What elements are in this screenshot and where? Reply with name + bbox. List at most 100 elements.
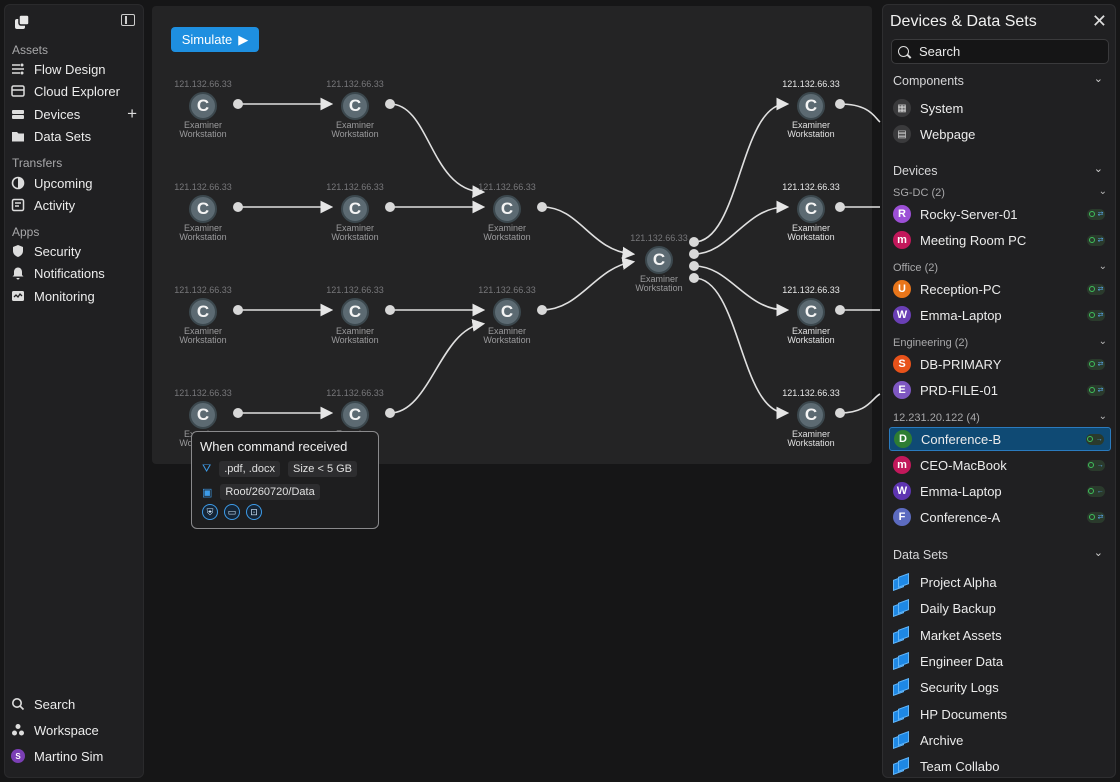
- panel-search-input[interactable]: Search: [891, 39, 1109, 64]
- node-icon: C: [341, 401, 369, 429]
- node-ip: 121.132.66.33: [326, 182, 384, 192]
- trigger-popup[interactable]: When command received ⛛ .pdf, .docx Size…: [191, 431, 379, 529]
- sync-toggle-icon[interactable]: →: [1086, 433, 1104, 445]
- node-ip: 121.132.66.33: [326, 285, 384, 295]
- filter-icon: ⛛: [202, 462, 212, 475]
- monitor-action-icon[interactable]: ⊡: [246, 504, 262, 520]
- device-item[interactable]: F Conference-A ⇄: [889, 505, 1111, 529]
- component-system[interactable]: ▦ System: [889, 96, 1111, 120]
- group-header[interactable]: 12.231.20.122 (4) ⌄: [893, 411, 1107, 424]
- security-action-icon[interactable]: ⛨: [202, 504, 218, 520]
- node-ip: 121.132.66.33: [782, 388, 840, 398]
- sync-toggle-icon[interactable]: ⇄: [1087, 511, 1105, 523]
- devices-panel: Devices & Data Sets ✕ Search Components ⌄…: [882, 4, 1116, 778]
- dataset-item[interactable]: Daily Backup: [889, 596, 1111, 620]
- sync-toggle-icon[interactable]: ⇄: [1087, 309, 1105, 321]
- node-label: ExaminerWorkstation: [787, 326, 835, 345]
- device-avatar: W: [893, 306, 911, 324]
- node-ip: 121.132.66.33: [478, 182, 536, 192]
- sync-toggle-icon[interactable]: ⇄: [1087, 234, 1105, 246]
- flow-node[interactable]: 121.132.66.33 CExaminerWorkstation: [168, 285, 238, 345]
- node-label: ExaminerWorkstation: [635, 274, 683, 293]
- device-avatar: m: [893, 456, 911, 474]
- device-item[interactable]: S DB-PRIMARY ⇄: [889, 352, 1111, 376]
- device-item-selected[interactable]: D Conference-B →: [889, 427, 1111, 451]
- dataset-item[interactable]: Market Assets: [889, 623, 1111, 647]
- group-header[interactable]: Engineering (2) ⌄: [893, 336, 1107, 349]
- webpage-icon: ▤: [893, 125, 911, 143]
- flow-node[interactable]: 121.132.66.33 CExaminerWorkstation: [472, 285, 542, 345]
- flow-node[interactable]: 121.132.66.33 CExaminerWorkstation: [472, 182, 542, 242]
- flow-node[interactable]: 121.132.66.33 CExaminerWorkstation: [776, 182, 846, 242]
- flow-node-hub[interactable]: 121.132.66.33 C Examiner Workstation: [624, 233, 694, 293]
- dataset-stack-icon: [893, 625, 911, 645]
- device-item[interactable]: E PRD-FILE-01 ⇄: [889, 378, 1111, 402]
- flow-node[interactable]: 121.132.66.33 CExaminerWorkstation: [776, 79, 846, 139]
- node-ip: 121.132.66.33: [326, 79, 384, 89]
- flow-node[interactable]: 121.132.66.33 CExaminerWorkstation: [320, 285, 390, 345]
- search-placeholder: Search: [919, 44, 961, 59]
- sync-toggle-icon[interactable]: ⇄: [1087, 208, 1105, 220]
- device-item[interactable]: m Meeting Room PC ⇄: [889, 228, 1111, 252]
- device-item[interactable]: R Rocky-Server-01 ⇄: [889, 202, 1111, 226]
- dataset-item[interactable]: Security Logs: [889, 675, 1111, 699]
- simulate-button[interactable]: Simulate ▶: [171, 27, 259, 52]
- dataset-item[interactable]: HP Documents: [889, 702, 1111, 726]
- sync-toggle-icon[interactable]: ←: [1087, 485, 1105, 497]
- path-chip: Root/260720/Data: [220, 484, 320, 500]
- chevron-down-icon: ⌄: [1093, 73, 1103, 85]
- dataset-item[interactable]: Archive: [889, 728, 1111, 752]
- chevron-down-icon: ⌄: [1093, 163, 1103, 175]
- components-header[interactable]: Components ⌄: [893, 73, 1103, 88]
- group-header[interactable]: Office (2) ⌄: [893, 261, 1107, 274]
- sync-toggle-icon[interactable]: ⇄: [1087, 283, 1105, 295]
- devices-header[interactable]: Devices ⌄: [893, 163, 1103, 178]
- dataset-stack-icon: [893, 598, 911, 618]
- flow-node[interactable]: 121.132.66.33 CExaminerWorkstation: [320, 182, 390, 242]
- node-icon: C: [797, 401, 825, 429]
- popup-title: When command received: [200, 439, 348, 454]
- device-item[interactable]: W Emma-Laptop ⇄: [889, 303, 1111, 327]
- component-webpage[interactable]: ▤ Webpage: [889, 122, 1111, 146]
- close-icon[interactable]: ✕: [1092, 11, 1107, 32]
- dataset-item[interactable]: Team Collabo: [889, 754, 1111, 777]
- dataset-stack-icon: [893, 730, 911, 750]
- node-icon: C: [797, 195, 825, 223]
- device-avatar: F: [893, 508, 911, 526]
- device-item[interactable]: U Reception-PC ⇄: [889, 277, 1111, 301]
- chevron-down-icon: ⌄: [1098, 336, 1107, 347]
- node-label: ExaminerWorkstation: [331, 223, 379, 242]
- device-avatar: S: [893, 355, 911, 373]
- device-avatar: E: [893, 381, 911, 399]
- dataset-item[interactable]: Engineer Data: [889, 649, 1111, 673]
- flow-node[interactable]: 121.132.66.33 CExaminerWorkstation: [168, 182, 238, 242]
- flow-node[interactable]: 121.132.66.33 CExaminerWorkstation: [776, 285, 846, 345]
- node-icon: C: [341, 195, 369, 223]
- flow-node[interactable]: 121.132.66.33 CExaminerWorkstation: [320, 79, 390, 139]
- node-ip: 121.132.66.33: [174, 388, 232, 398]
- node-icon: C: [189, 195, 217, 223]
- flow-node[interactable]: 121.132.66.33 CExaminerWorkstation: [776, 388, 846, 448]
- device-item[interactable]: W Emma-Laptop ←: [889, 479, 1111, 503]
- message-action-icon[interactable]: ▭: [224, 504, 240, 520]
- flow-node[interactable]: 121.132.66.33 CExaminerWorkstation: [168, 79, 238, 139]
- node-label: ExaminerWorkstation: [787, 429, 835, 448]
- node-icon: C: [493, 195, 521, 223]
- dataset-item[interactable]: Project Alpha: [889, 570, 1111, 594]
- folder-target-icon: ▣: [202, 486, 213, 499]
- device-item[interactable]: m CEO-MacBook →: [889, 453, 1111, 477]
- sync-toggle-icon[interactable]: →: [1087, 459, 1105, 471]
- sync-toggle-icon[interactable]: ⇄: [1087, 384, 1105, 396]
- node-icon: C: [645, 246, 673, 274]
- node-icon: C: [341, 298, 369, 326]
- node-ip: 121.132.66.33: [782, 285, 840, 295]
- file-types-chip: .pdf, .docx: [219, 461, 281, 477]
- file-size-chip: Size < 5 GB: [288, 461, 358, 477]
- node-ip: 121.132.66.33: [174, 182, 232, 192]
- node-icon: C: [189, 92, 217, 120]
- dataset-stack-icon: [893, 704, 911, 724]
- sync-toggle-icon[interactable]: ⇄: [1087, 358, 1105, 370]
- device-avatar: R: [893, 205, 911, 223]
- group-header[interactable]: SG-DC (2) ⌄: [893, 186, 1107, 199]
- datasets-header[interactable]: Data Sets ⌄: [893, 547, 1103, 562]
